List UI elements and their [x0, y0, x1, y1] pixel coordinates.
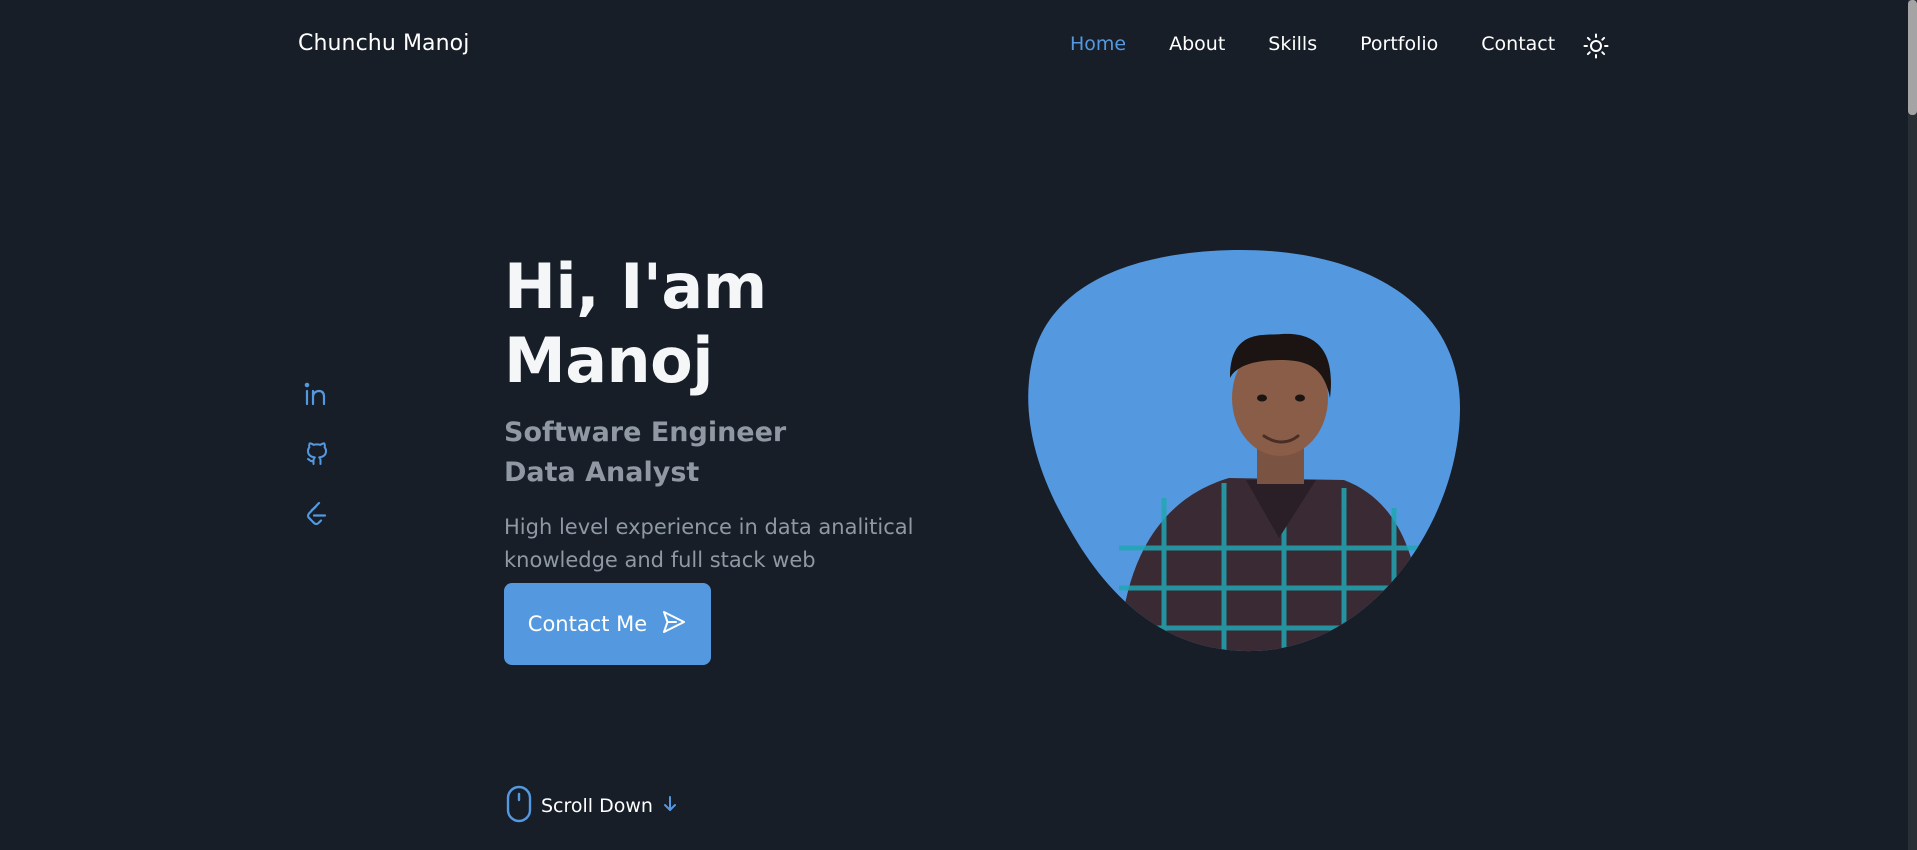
- hero-subtitle: Software Engineer Data Analyst: [504, 413, 974, 493]
- main-nav: Home About Skills Portfolio Contact: [1070, 33, 1555, 55]
- scroll-down-link[interactable]: Scroll Down: [505, 785, 679, 827]
- scroll-down-label: Scroll Down: [541, 795, 653, 817]
- brand-logo[interactable]: Chunchu Manoj: [298, 31, 469, 56]
- send-icon: [661, 609, 687, 640]
- page-scrollbar[interactable]: [1908, 0, 1917, 850]
- nav-contact[interactable]: Contact: [1481, 33, 1555, 55]
- nav-skills[interactable]: Skills: [1268, 33, 1317, 55]
- subtitle-line-1: Software Engineer: [504, 416, 787, 448]
- github-icon[interactable]: [303, 440, 331, 468]
- leetcode-icon[interactable]: [303, 500, 331, 528]
- hero-text: Hi, I'am Manoj Software Engineer Data An…: [504, 250, 974, 610]
- profile-blob: [1024, 248, 1460, 653]
- arrow-down-icon: [661, 794, 679, 818]
- hero-title: Hi, I'am Manoj: [504, 250, 767, 398]
- scrollbar-thumb[interactable]: [1908, 0, 1917, 115]
- social-links: [303, 380, 331, 528]
- contact-me-label: Contact Me: [527, 612, 648, 636]
- profile-photo: [1028, 249, 1460, 652]
- nav-portfolio[interactable]: Portfolio: [1360, 33, 1438, 55]
- sun-icon[interactable]: [1583, 33, 1609, 59]
- linkedin-icon[interactable]: [303, 380, 331, 408]
- subtitle-line-2: Data Analyst: [504, 456, 700, 488]
- portfolio-page: Chunchu Manoj Home About Skills Portfoli…: [0, 0, 1917, 850]
- nav-home[interactable]: Home: [1070, 33, 1126, 55]
- nav-about[interactable]: About: [1169, 33, 1225, 55]
- contact-me-button[interactable]: Contact Me: [504, 583, 711, 665]
- mouse-icon: [505, 785, 533, 827]
